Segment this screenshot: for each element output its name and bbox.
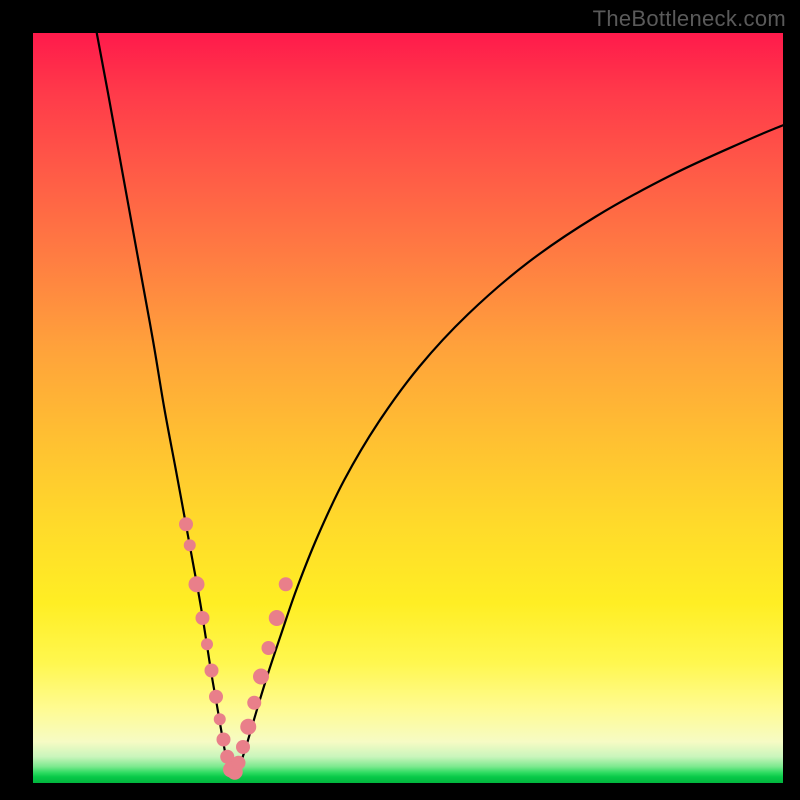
curve-left-branch [97,33,232,774]
watermark-text: TheBottleneck.com [593,6,786,32]
outer-frame: TheBottleneck.com [0,0,800,800]
bead [196,611,210,625]
bead [209,690,223,704]
curve-right-branch [236,125,784,774]
plot-area [33,33,783,783]
bead [240,719,256,735]
bead [201,638,213,650]
bead [236,740,250,754]
bead [253,669,269,685]
chart-svg [33,33,783,783]
bead [262,641,276,655]
bead [247,696,261,710]
bead [184,539,196,551]
bead [279,577,293,591]
bead [269,610,285,626]
bead [179,517,193,531]
bead [205,664,219,678]
bead [214,713,226,725]
bead [189,576,205,592]
bead [217,733,231,747]
bead [232,756,246,770]
